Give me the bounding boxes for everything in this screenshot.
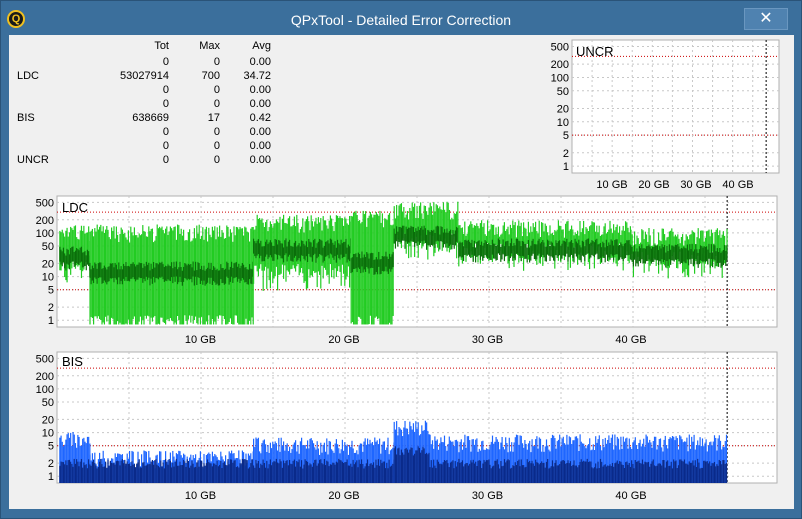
y-tick-label: 5: [48, 285, 54, 297]
y-tick-label: 50: [42, 241, 54, 253]
y-tick-label: 2: [48, 302, 54, 314]
y-tick-label: 2: [563, 148, 569, 160]
x-tick-label: 40 GB: [615, 334, 646, 346]
x-tick-label: 30 GB: [472, 490, 503, 502]
y-tick-label: 200: [36, 215, 54, 227]
chart-uncr: 12 510 20 50 100200 500 10 GB 20 GB 30 GB 40 GB UN…: [551, 39, 780, 191]
y-tick-label: 50: [557, 86, 569, 98]
x-tick-label: 30 GB: [472, 334, 503, 346]
y-tick-label: 20: [557, 103, 569, 115]
y-tick-label: 100: [36, 384, 54, 396]
x-tick-label: 20 GB: [328, 334, 359, 346]
x-tick-label: 40 GB: [615, 490, 646, 502]
y-tick-label: 100: [36, 228, 54, 240]
y-tick-label: 1: [563, 161, 569, 173]
y-tick-label: 20: [42, 258, 54, 270]
y-tick-label: 10: [42, 428, 54, 440]
chart-bis: 12 510 20 50100200 500 10 GB 20 GB 30 GB 40 GB BI…: [36, 351, 778, 502]
y-tick-label: 200: [36, 371, 54, 383]
y-tick-label: 10: [42, 272, 54, 284]
chart-ldc: 12 510 20 50100200 500 10 GB 20 GB 30 GB 40 GB LD…: [36, 195, 778, 346]
chart-title: LDC: [62, 200, 88, 215]
y-tick-label: 5: [563, 130, 569, 142]
x-tick-label: 10 GB: [185, 334, 216, 346]
y-tick-label: 20: [42, 414, 54, 426]
y-tick-label: 200: [551, 59, 569, 71]
y-tick-label: 2: [48, 458, 54, 470]
y-tick-label: 500: [36, 353, 54, 365]
chart-title: BIS: [62, 354, 83, 369]
y-tick-label: 500: [36, 197, 54, 209]
x-tick-label: 10 GB: [596, 179, 627, 191]
charts-layer: 12510205010020050010 GB 20 GB 30 GB 40 GBUN…: [36, 39, 780, 502]
x-tick-label: 10 GB: [185, 490, 216, 502]
x-tick-label: 20 GB: [328, 490, 359, 502]
y-tick-label: 5: [48, 441, 54, 453]
y-tick-label: 1: [48, 315, 54, 327]
chart-title: UNCR: [576, 44, 614, 59]
y-tick-label: 1: [48, 471, 54, 483]
y-tick-label: 500: [551, 41, 569, 53]
x-tick-label: 20 GB: [638, 179, 669, 191]
y-tick-label: 50: [42, 397, 54, 409]
y-tick-label: 100: [551, 72, 569, 84]
x-tick-label: 40 GB: [722, 179, 753, 191]
y-tick-label: 10: [557, 117, 569, 129]
x-tick-label: 30 GB: [680, 179, 711, 191]
